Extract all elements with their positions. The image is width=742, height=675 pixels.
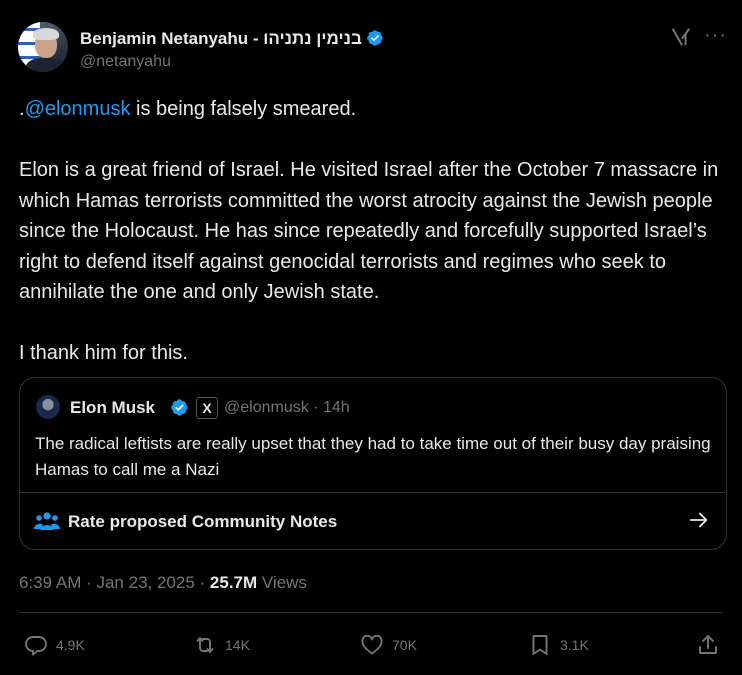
quote-handle-time[interactable]: @elonmusk · 14h <box>224 399 350 417</box>
quote-author-name[interactable]: Elon Musk <box>70 398 155 418</box>
reply-button[interactable]: 4.9K <box>24 632 85 658</box>
bookmark-icon <box>532 635 548 655</box>
share-icon <box>699 635 717 654</box>
quote-tweet-card[interactable]: Elon Musk X @elonmusk · 14h The radical … <box>19 377 727 550</box>
quote-author-avatar[interactable] <box>36 395 60 419</box>
like-count: 70K <box>392 637 417 653</box>
repost-count: 14K <box>225 637 250 653</box>
share-button[interactable] <box>696 632 728 658</box>
author-name-row[interactable]: Benjamin Netanyahu - בנימין נתניהו <box>80 29 384 49</box>
like-icon <box>361 634 383 655</box>
tweet-paragraph-3: I thank him for this. <box>19 342 188 364</box>
reply-count: 4.9K <box>56 637 85 653</box>
verified-badge-icon <box>171 399 188 416</box>
reply-icon <box>25 636 47 656</box>
author-avatar[interactable] <box>18 22 68 72</box>
mention-link[interactable]: @elonmusk <box>25 98 131 120</box>
bookmark-button[interactable]: 3.1K <box>528 632 589 658</box>
bookmark-count: 3.1K <box>560 637 589 653</box>
author-name[interactable]: Benjamin Netanyahu - בנימין נתניהו <box>80 29 362 48</box>
like-button[interactable]: 70K <box>360 632 417 658</box>
x-affiliation-badge: X <box>196 397 218 419</box>
tweet-line1-suffix: is being falsely smeared. <box>130 98 357 120</box>
repost-icon <box>196 637 214 653</box>
tweet-meta: 6:39 AM · Jan 23, 2025 · 25.7M Views <box>19 573 307 593</box>
verified-badge-icon <box>367 30 383 46</box>
avatar-suit <box>26 58 66 72</box>
community-notes-bar[interactable]: Rate proposed Community Notes <box>20 492 726 549</box>
repost-button[interactable]: 14K <box>193 632 250 658</box>
tweet-paragraph-2: Elon is a great friend of Israel. He vis… <box>19 159 719 303</box>
tweet-text: .@elonmusk is being falsely smeared. Elo… <box>19 94 731 369</box>
views-label: Views <box>257 573 307 592</box>
views-count: 25.7M <box>209 573 258 592</box>
arrow-right-icon[interactable] <box>688 509 710 531</box>
grok-icon[interactable] <box>670 26 692 48</box>
author-handle[interactable]: @netanyahu <box>80 53 171 71</box>
more-icon[interactable]: ··· <box>704 24 727 47</box>
community-notes-label[interactable]: Rate proposed Community Notes <box>68 512 337 532</box>
community-notes-icon <box>34 512 60 530</box>
quote-text: The radical leftists are really upset th… <box>35 434 711 479</box>
avatar-hair <box>33 28 59 40</box>
timestamp[interactable]: 6:39 AM · Jan 23, 2025 · <box>19 573 210 592</box>
divider <box>19 612 723 613</box>
tweet-line-1: .@elonmusk is being falsely smeared. <box>19 94 731 125</box>
